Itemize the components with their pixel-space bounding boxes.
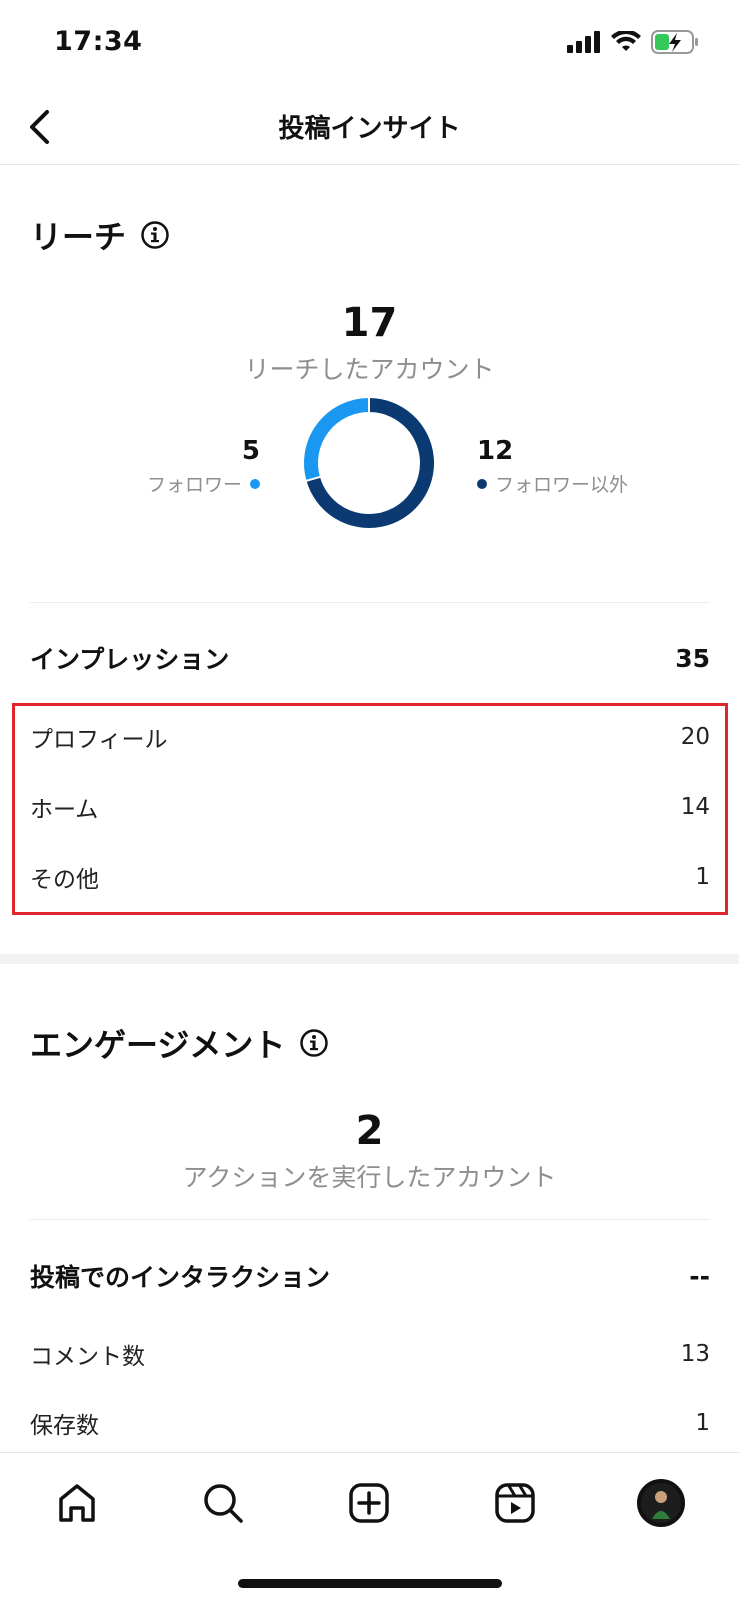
create-icon: [349, 1483, 389, 1523]
home-indicator: [238, 1579, 502, 1588]
page-title: 投稿インサイト: [278, 114, 461, 144]
donut-slice-followers: [304, 398, 370, 481]
signal-icon: [567, 31, 600, 53]
list-item-value: 14: [680, 794, 710, 820]
interactions-value: --: [689, 1261, 710, 1291]
info-icon[interactable]: [299, 1028, 329, 1058]
interactions-row: 投稿でのインタラクション --: [30, 1258, 710, 1294]
followers-count: 5: [241, 436, 260, 466]
reach-heading: リーチ: [30, 212, 170, 258]
impressions-row: インプレッション 35: [30, 640, 710, 676]
list-item: 保存数 1: [30, 1406, 710, 1440]
reels-icon: [495, 1483, 535, 1523]
tab-bar: [0, 1452, 739, 1600]
status-icons: [567, 30, 699, 54]
list-item-value: 1: [695, 1410, 710, 1436]
tab-create[interactable]: [341, 1475, 397, 1531]
followers-legend: フォロワー: [147, 470, 260, 497]
search-icon: [204, 1484, 243, 1523]
list-item-value: 20: [680, 724, 710, 750]
list-item-label: その他: [30, 867, 99, 893]
list-item: ホーム 14: [30, 790, 710, 824]
list-item: その他 1: [30, 860, 710, 894]
info-icon[interactable]: [140, 220, 170, 250]
list-item-label: コメント数: [30, 1344, 145, 1370]
list-item-value: 13: [680, 1341, 710, 1367]
divider: [30, 1219, 710, 1220]
list-item-label: プロフィール: [30, 727, 168, 753]
interactions-heading: 投稿でのインタラクション: [30, 1263, 331, 1292]
non-followers-legend: フォロワー以外: [477, 470, 628, 497]
home-icon: [59, 1484, 95, 1522]
non-followers-label: フォロワー以外: [495, 474, 629, 496]
impressions-heading: インプレッション: [30, 645, 230, 674]
profile-avatar: [637, 1479, 685, 1527]
tab-search[interactable]: [195, 1475, 251, 1531]
non-followers-dot: [477, 478, 487, 489]
followers-dot: [250, 478, 260, 489]
divider: [30, 602, 710, 603]
reach-total: 17: [341, 300, 398, 346]
list-item-value: 1: [695, 864, 710, 890]
nav-header: 投稿インサイト: [0, 90, 739, 165]
list-item: プロフィール 20: [30, 720, 710, 754]
section-gap: [0, 954, 739, 964]
tab-reels[interactable]: [487, 1475, 543, 1531]
tab-home[interactable]: [49, 1475, 105, 1531]
status-time: 17:34: [54, 26, 143, 57]
reach-heading-label: リーチ: [30, 218, 127, 256]
engagement-heading: エンゲージメント: [30, 1020, 329, 1066]
engagement-caption: アクションを実行したアカウント: [182, 1163, 557, 1192]
list-item: コメント数 13: [30, 1337, 710, 1371]
wifi-icon: [611, 31, 641, 51]
reach-donut-chart: [302, 396, 436, 530]
non-followers-count: 12: [477, 436, 514, 466]
impressions-total: 35: [675, 643, 710, 673]
tab-profile[interactable]: [633, 1475, 689, 1531]
followers-label: フォロワー: [146, 474, 242, 496]
reach-caption: リーチしたアカウント: [244, 355, 495, 384]
battery-charging-icon: [651, 30, 698, 54]
list-item-label: ホーム: [30, 797, 99, 823]
engagement-heading-label: エンゲージメント: [30, 1026, 286, 1064]
donut-svg: [304, 397, 434, 528]
engagement-total: 2: [355, 1108, 384, 1154]
list-item-label: 保存数: [30, 1413, 99, 1439]
status-bar: 17:34: [0, 0, 739, 90]
